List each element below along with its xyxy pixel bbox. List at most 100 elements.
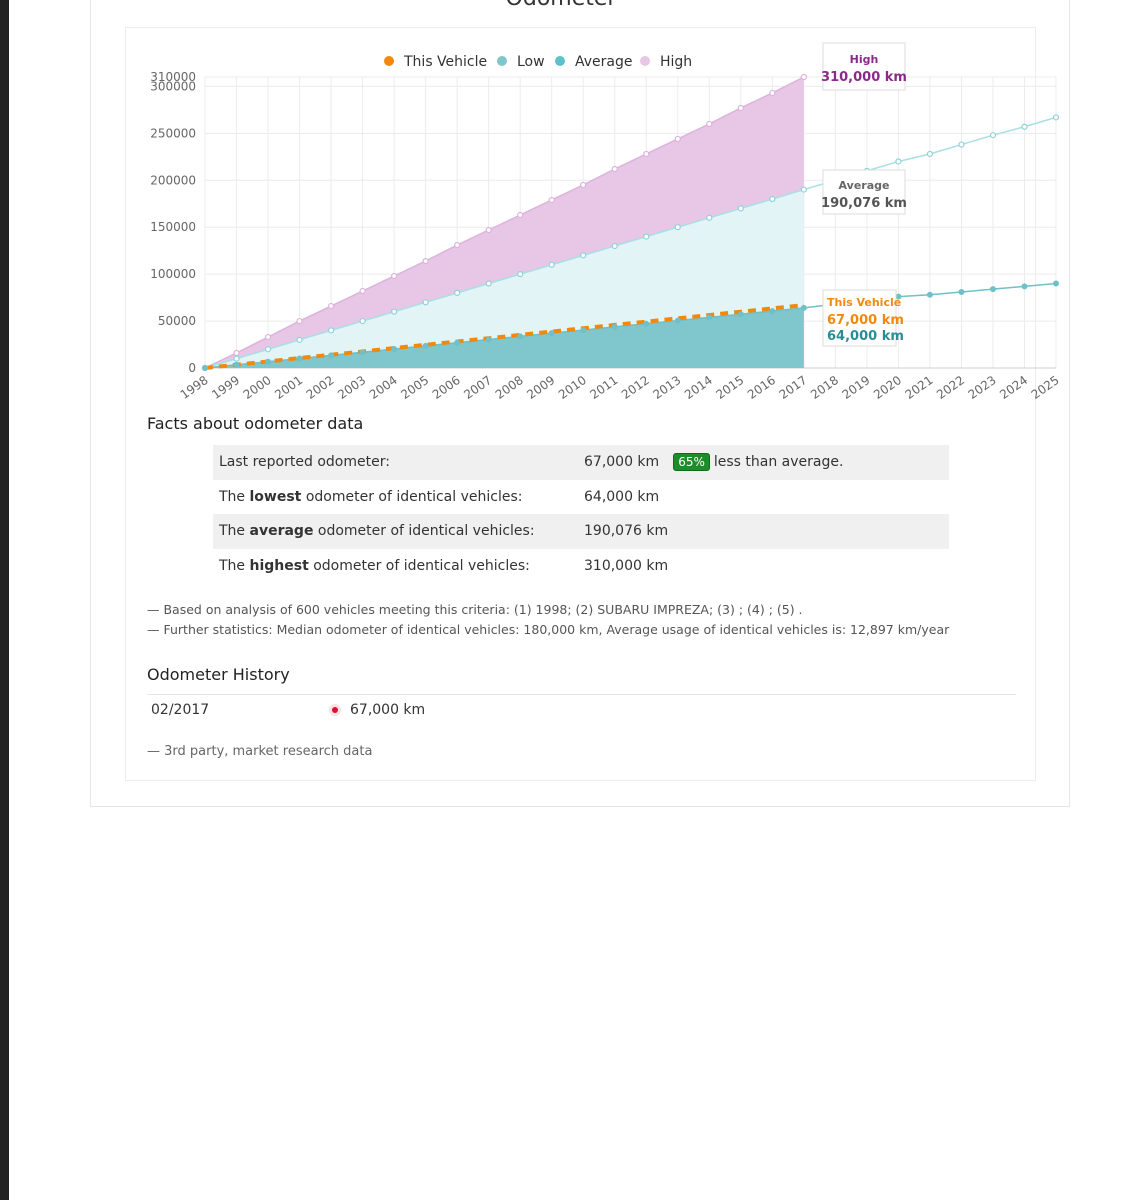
- x-tick-label: 2005: [398, 373, 431, 402]
- x-tick-label: 2021: [903, 373, 936, 402]
- y-tick-label: 100000: [150, 267, 196, 281]
- low-point: [643, 320, 650, 327]
- x-tick-label: 2015: [713, 373, 746, 402]
- high-point: [548, 196, 555, 204]
- average-point: [391, 308, 398, 315]
- high-point: [391, 272, 398, 280]
- x-tick-label: 2002: [304, 373, 337, 402]
- fact-row-average: The average odometer of identical vehicl…: [213, 514, 949, 549]
- vehicle-callout-title: This Vehicle: [827, 296, 901, 309]
- low-point: [958, 288, 965, 295]
- average-point: [517, 271, 524, 278]
- y-tick-label: 310000: [150, 70, 196, 84]
- average-point: [895, 158, 902, 165]
- average-point: [706, 214, 713, 221]
- x-tick-label: 1999: [209, 373, 242, 402]
- low-callout-value: 64,000 km: [827, 329, 904, 344]
- high-callout-value: 310,000 km: [821, 70, 907, 85]
- x-tick-label: 2011: [587, 373, 620, 402]
- high-point: [327, 302, 335, 310]
- average-point: [1052, 114, 1060, 121]
- high-callout-title: High: [850, 53, 879, 66]
- vehicle-callout-value: 67,000 km: [827, 313, 904, 328]
- low-point: [296, 355, 303, 362]
- x-axis-ticks: 1998199920002001200220032004200520062007…: [178, 373, 1062, 402]
- y-tick-label: 200000: [150, 173, 196, 187]
- facts-table: Last reported odometer: 67,000 km 65% less…: [213, 445, 949, 583]
- high-point: [517, 211, 524, 219]
- average-point: [454, 289, 461, 297]
- facts-title: Facts about odometer data: [147, 414, 364, 433]
- average-point: [548, 261, 555, 268]
- x-tick-label: 2000: [241, 373, 274, 402]
- average-callout-value: 190,076 km: [821, 196, 907, 211]
- high-point: [359, 287, 366, 295]
- y-tick-label: 50000: [158, 314, 196, 328]
- high-point: [611, 165, 618, 173]
- fact-row-lowest: The lowest odometer of identical vehicle…: [213, 480, 949, 515]
- low-point: [485, 336, 492, 343]
- fact-value: 64,000 km: [584, 488, 660, 505]
- x-tick-label: 2016: [745, 373, 778, 402]
- y-axis-ticks: 0500001000001500002000002500003000003100…: [150, 70, 196, 375]
- fact-value: 310,000 km: [584, 557, 669, 574]
- chart-legend[interactable]: This Vehicle Low Average High: [384, 54, 692, 70]
- x-tick-label: 2009: [524, 373, 557, 402]
- history-date: 02/2017: [151, 702, 210, 718]
- low-point: [769, 308, 776, 315]
- x-tick-label: 2020: [871, 373, 904, 402]
- low-point: [800, 304, 807, 311]
- statistics-note: — Further statistics: Median odometer of…: [147, 622, 950, 637]
- x-tick-label: 2023: [966, 373, 999, 402]
- low-point: [548, 330, 555, 337]
- average-point: [800, 186, 807, 193]
- y-tick-label: 250000: [150, 126, 196, 140]
- legend-label: Average: [575, 54, 633, 70]
- x-tick-label: 2010: [556, 373, 589, 402]
- high-point: [580, 181, 587, 189]
- high-point: [800, 73, 807, 81]
- low-point: [265, 358, 272, 365]
- analysis-notes: — Based on analysis of 600 vehicles meet…: [147, 600, 949, 640]
- high-point: [737, 104, 744, 112]
- average-point: [643, 233, 650, 240]
- history-dot-icon: [332, 707, 338, 713]
- high-point: [769, 89, 776, 97]
- fact-value: 190,076 km: [584, 523, 669, 539]
- high-point: [422, 257, 429, 265]
- legend-marker: [640, 56, 650, 66]
- fact-label: The highest odometer of identical vehicl…: [219, 557, 530, 574]
- low-point: [359, 349, 366, 356]
- x-tick-label: 1998: [178, 373, 211, 402]
- average-point: [580, 252, 587, 259]
- fact-row-highest: The highest odometer of identical vehicl…: [213, 549, 949, 584]
- low-point: [737, 311, 744, 318]
- low-point: [202, 365, 208, 371]
- high-point: [264, 333, 272, 341]
- high-point: [643, 150, 650, 158]
- x-tick-label: 2007: [461, 373, 494, 402]
- average-point: [422, 299, 429, 306]
- high-point: [454, 241, 461, 249]
- average-point: [989, 132, 997, 139]
- low-point: [454, 339, 461, 346]
- average-point: [264, 346, 272, 353]
- legend-label: Low: [517, 54, 545, 70]
- x-tick-label: 2014: [682, 373, 715, 402]
- high-point: [296, 317, 303, 325]
- analysis-note: — Based on analysis of 600 vehicles meet…: [147, 602, 803, 617]
- low-point: [422, 342, 429, 349]
- high-point: [674, 135, 681, 143]
- legend-marker: [555, 56, 565, 66]
- average-point: [958, 141, 965, 148]
- x-tick-label: 2013: [650, 373, 683, 402]
- x-tick-label: 2025: [1029, 373, 1062, 402]
- legend-marker: [384, 56, 394, 66]
- history-value: 67,000 km: [350, 702, 426, 718]
- x-tick-label: 2018: [808, 373, 841, 402]
- x-tick-label: 2022: [934, 373, 967, 402]
- x-tick-label: 2001: [272, 373, 305, 402]
- average-point: [611, 242, 618, 250]
- y-tick-label: 150000: [150, 220, 196, 234]
- fact-value: 67,000 km 65% less than average.: [584, 453, 844, 471]
